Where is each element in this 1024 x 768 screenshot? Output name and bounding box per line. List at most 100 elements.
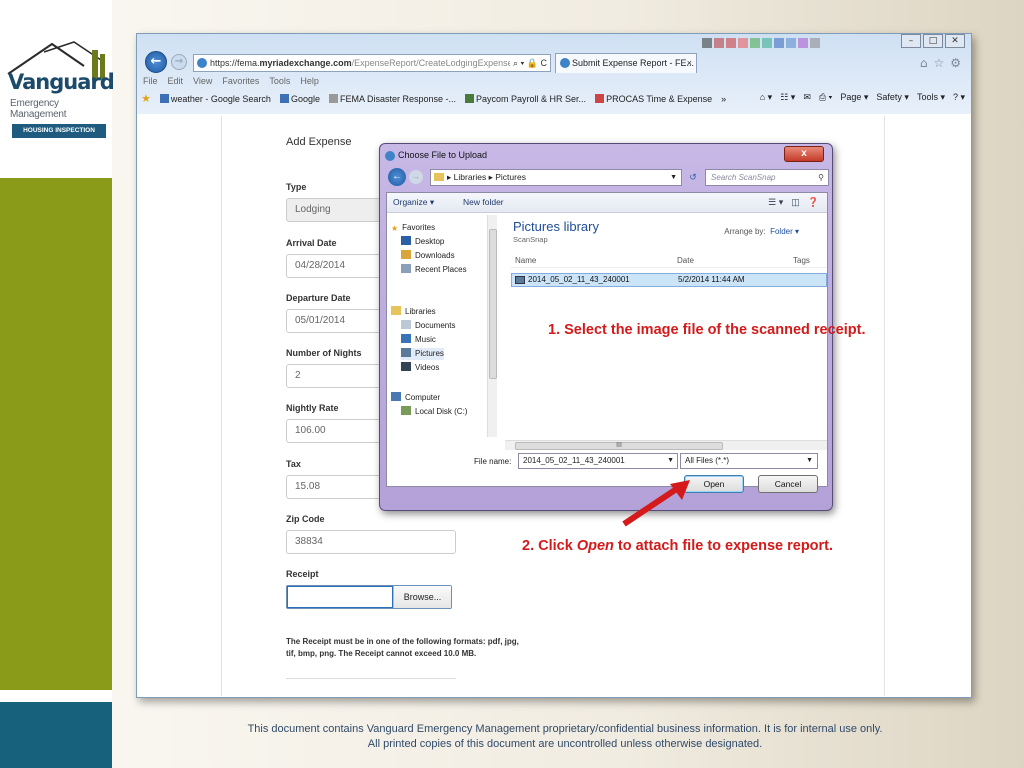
chevron-down-icon[interactable]: ▼	[806, 454, 813, 468]
breadcrumb-pictures[interactable]: Pictures	[495, 172, 526, 182]
tab-close-icon[interactable]: ×	[687, 54, 692, 72]
chevron-down-icon[interactable]: ▼	[670, 170, 677, 185]
favorite-link[interactable]: Google	[279, 93, 320, 104]
green-accent-bar	[0, 178, 112, 690]
menu-file[interactable]: File	[143, 76, 158, 86]
file-name-input[interactable]: 2014_05_02_11_43_240001 ▼	[518, 453, 678, 469]
tree-downloads[interactable]: Downloads	[401, 250, 455, 262]
favorite-link[interactable]: FEMA Disaster Response -...	[328, 93, 457, 104]
browse-button[interactable]: Browse...	[393, 586, 451, 608]
favorites-star-icon[interactable]: ★	[141, 92, 151, 105]
file-row[interactable]: 2014_05_02_11_43_240001 5/2/2014 11:44 A…	[511, 273, 827, 287]
library-subtitle: ScanSnap	[513, 235, 548, 244]
organize-button[interactable]: Organize ▾	[393, 193, 434, 212]
page-menu[interactable]: Page ▾	[840, 92, 868, 103]
tree-pictures[interactable]: Pictures	[401, 348, 444, 360]
minimize-icon[interactable]: –	[901, 34, 921, 48]
file-type-select[interactable]: All Files (*.*) ▼	[680, 453, 818, 469]
forward-icon[interactable]: →	[409, 170, 423, 184]
disk-icon	[401, 406, 411, 415]
cancel-button[interactable]: Cancel	[758, 475, 818, 493]
blue-accent-bar	[0, 702, 112, 768]
star-icon[interactable]: ☆	[933, 56, 944, 70]
search-icon: ⚲	[818, 173, 824, 182]
url-path: /ExpenseReport/CreateLodgingExpense	[351, 58, 513, 68]
tree-libraries[interactable]: Libraries	[391, 306, 436, 318]
browser-tab[interactable]: Submit Expense Report - FE... ×	[555, 53, 697, 73]
menu-help[interactable]: Help	[300, 76, 319, 86]
safety-menu[interactable]: Safety ▾	[876, 92, 909, 103]
help-icon[interactable]: ❓	[808, 193, 819, 212]
forward-icon[interactable]: →	[171, 54, 187, 70]
favorite-label: FEMA Disaster Response -...	[339, 93, 457, 104]
preview-pane-icon[interactable]: ◫	[791, 193, 800, 212]
ie-page-icon	[197, 58, 207, 68]
tree-desktop[interactable]: Desktop	[401, 236, 444, 248]
home-menu[interactable]: ⌂ ▾	[760, 92, 772, 103]
receipt-path-box[interactable]	[287, 586, 393, 608]
menu-view[interactable]: View	[193, 76, 212, 86]
view-options-icon[interactable]: ☰ ▾	[768, 193, 783, 212]
address-controls[interactable]: ⌕ ▾ 🔒 C	[509, 55, 547, 71]
annotation-emphasis: Open	[576, 538, 614, 554]
scrollbar-thumb[interactable]	[489, 229, 497, 379]
new-folder-button[interactable]: New folder	[463, 193, 504, 212]
home-icon[interactable]: ⌂	[920, 56, 928, 70]
tools-menu[interactable]: Tools ▾	[917, 92, 945, 103]
back-icon[interactable]: ←	[388, 168, 406, 186]
url-prefix: https://fema.	[210, 58, 260, 68]
receipt-file-input[interactable]: Browse...	[286, 585, 452, 609]
tree-videos[interactable]: Videos	[401, 362, 439, 374]
annotation-step-2: 2. Click Open to attach file to expense …	[522, 538, 833, 554]
tree-documents[interactable]: Documents	[401, 320, 455, 332]
column-date[interactable]: Date	[677, 256, 694, 265]
tree-music[interactable]: Music	[401, 334, 436, 346]
favorite-link[interactable]: weather - Google Search	[159, 93, 271, 104]
google-icon	[159, 93, 169, 103]
dialog-close-button[interactable]: x	[784, 146, 824, 162]
file-list-hscrollbar[interactable]: III	[505, 440, 827, 450]
tree-label: Local Disk (C:)	[415, 407, 468, 416]
tree-recent-places[interactable]: Recent Places	[401, 264, 467, 276]
print-menu[interactable]: ⎙ ▾	[819, 92, 832, 103]
favorite-link[interactable]: Paycom Payroll & HR Ser...	[465, 93, 587, 104]
logo-subtitle: Emergency Management	[10, 98, 67, 120]
maximize-icon[interactable]: □	[923, 34, 943, 48]
mail-icon[interactable]: ✉	[803, 92, 811, 103]
file-date: 5/2/2014 11:44 AM	[678, 275, 745, 284]
back-icon[interactable]: ←	[145, 51, 167, 73]
footer: This document contains Vanguard Emergenc…	[150, 722, 980, 752]
column-name[interactable]: Name	[515, 256, 536, 265]
refresh-icon[interactable]: ↺	[685, 169, 701, 186]
library-title: Pictures library	[513, 219, 599, 234]
chevron-down-icon[interactable]: ▼	[667, 454, 674, 468]
zip-code-input[interactable]: 38834	[286, 530, 456, 554]
library-icon	[391, 306, 401, 315]
dialog-breadcrumb[interactable]: ▸ Libraries ▸ Pictures ▼	[430, 169, 682, 186]
favorite-link[interactable]: PROCAS Time & Expense	[595, 93, 712, 104]
column-tags[interactable]: Tags	[793, 256, 810, 265]
field-label: Receipt	[286, 569, 319, 579]
tree-computer[interactable]: Computer	[391, 392, 440, 404]
dialog-search-input[interactable]: Search ScanSnap ⚲	[705, 169, 829, 186]
arrange-dropdown[interactable]: Folder ▾	[770, 227, 799, 236]
menu-edit[interactable]: Edit	[168, 76, 184, 86]
file-name-value: 2014_05_02_11_43_240001	[523, 456, 625, 465]
documents-icon	[401, 320, 411, 329]
breadcrumb-libraries[interactable]: Libraries	[454, 172, 487, 182]
feeds-menu[interactable]: ☷ ▾	[780, 92, 795, 103]
scrollbar-thumb[interactable]: III	[515, 442, 723, 450]
tree-favorites[interactable]: ★ Favorites	[391, 222, 435, 234]
menu-favorites[interactable]: Favorites	[222, 76, 259, 86]
address-bar[interactable]: https://fema.myriadexchange.com/ExpenseR…	[193, 54, 551, 72]
computer-icon	[391, 392, 401, 401]
close-icon[interactable]: ✕	[945, 34, 965, 48]
favorite-label: Paycom Payroll & HR Ser...	[476, 93, 587, 104]
tree-local-disk[interactable]: Local Disk (C:)	[401, 406, 467, 418]
desktop-icon	[401, 236, 411, 245]
help-menu[interactable]: ? ▾	[953, 92, 965, 103]
gear-icon[interactable]: ⚙	[950, 56, 961, 70]
tree-scrollbar[interactable]	[487, 215, 497, 437]
favorites-more-icon[interactable]: »	[721, 94, 726, 104]
menu-tools[interactable]: Tools	[269, 76, 290, 86]
